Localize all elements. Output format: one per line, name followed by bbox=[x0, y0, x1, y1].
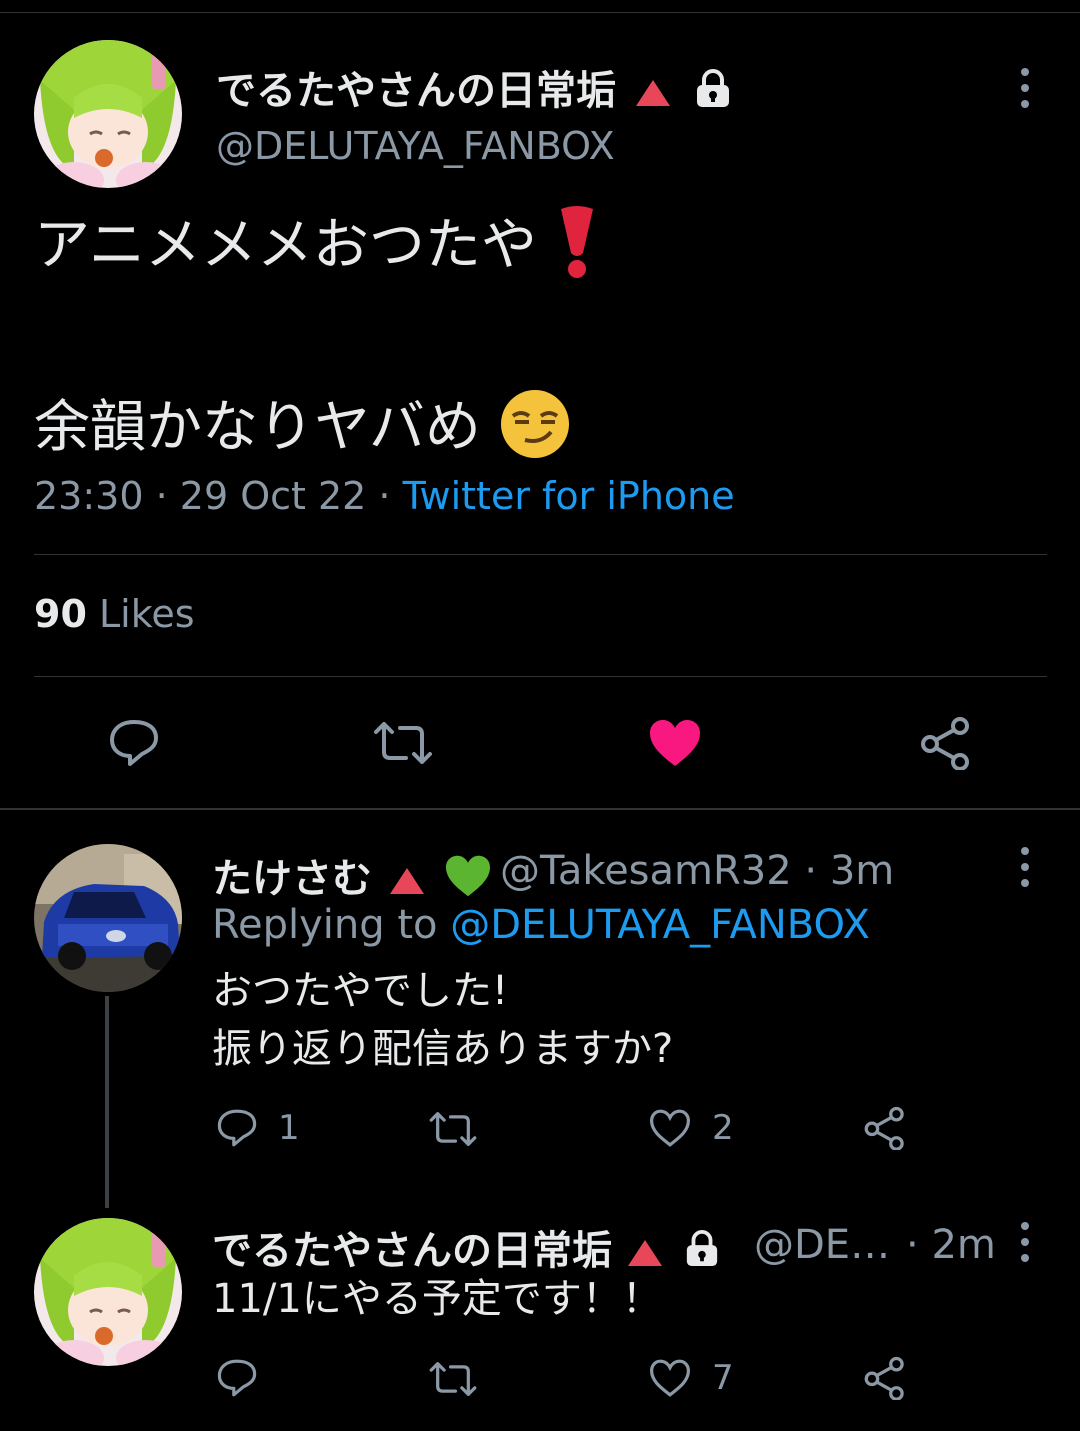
like-icon bbox=[649, 1109, 691, 1147]
tweet-text-line-1: アニメメメおつたや bbox=[34, 200, 599, 293]
avatar[interactable] bbox=[34, 1218, 182, 1366]
retweet-icon bbox=[374, 722, 432, 764]
retweet-icon bbox=[429, 1112, 477, 1146]
top-divider bbox=[0, 12, 1080, 13]
like-button[interactable]: 2 bbox=[648, 1108, 734, 1148]
exclamation-emoji bbox=[555, 205, 599, 293]
source-link[interactable]: Twitter for iPhone bbox=[403, 474, 735, 518]
reply-handle[interactable]: @DE… bbox=[754, 1222, 890, 1268]
reply-time: · 2m bbox=[906, 1222, 996, 1268]
share-button[interactable] bbox=[862, 1106, 908, 1150]
like-icon bbox=[649, 1359, 691, 1397]
display-name[interactable]: でるたやさんの日常垢 bbox=[216, 58, 732, 118]
smirk-emoji bbox=[499, 388, 571, 474]
like-count: 2 bbox=[712, 1108, 734, 1148]
avatar[interactable] bbox=[34, 40, 182, 188]
retweet-button[interactable] bbox=[428, 1360, 478, 1398]
replying-to: Replying to @DELUTAYA_FANBOX bbox=[212, 902, 870, 948]
reply-icon bbox=[217, 1359, 257, 1397]
share-button[interactable] bbox=[918, 716, 974, 770]
triangle-badge-icon bbox=[389, 868, 424, 894]
like-icon bbox=[650, 720, 700, 766]
share-button[interactable] bbox=[862, 1356, 908, 1400]
more-icon[interactable] bbox=[1019, 68, 1031, 108]
green-heart-icon bbox=[444, 854, 492, 908]
triangle-badge-icon bbox=[627, 1240, 662, 1266]
reply-text-line-1: 11/1にやる予定です！！ bbox=[212, 1276, 662, 1322]
reply-icon bbox=[217, 1109, 257, 1147]
reply-count: 1 bbox=[278, 1108, 300, 1148]
reply-button[interactable] bbox=[108, 718, 160, 768]
retweet-button[interactable] bbox=[428, 1110, 478, 1148]
share-icon bbox=[864, 1106, 904, 1150]
divider bbox=[34, 554, 1047, 555]
reply-icon bbox=[110, 720, 158, 766]
lock-icon bbox=[684, 1229, 720, 1277]
reply-text-line-2: 振り返り配信ありますか? bbox=[212, 1026, 674, 1072]
tweet-text-line-2: 余韻かなりヤバめ bbox=[34, 382, 571, 474]
avatar[interactable] bbox=[34, 844, 182, 992]
reply-handle-time[interactable]: @TakesamR32 · 3m bbox=[500, 848, 894, 894]
retweet-icon bbox=[429, 1362, 477, 1396]
share-icon bbox=[921, 717, 969, 770]
retweet-button[interactable] bbox=[372, 720, 434, 766]
share-icon bbox=[864, 1356, 904, 1400]
section-divider bbox=[0, 808, 1080, 810]
mention-link[interactable]: @DELUTAYA_FANBOX bbox=[450, 902, 870, 948]
handle[interactable]: @DELUTAYA_FANBOX bbox=[216, 124, 615, 168]
reply-button[interactable] bbox=[216, 1358, 258, 1398]
divider bbox=[34, 676, 1047, 677]
lock-icon bbox=[694, 68, 732, 118]
reply-button[interactable]: 1 bbox=[216, 1108, 300, 1148]
more-icon[interactable] bbox=[1019, 1222, 1031, 1262]
triangle-badge-icon bbox=[635, 80, 670, 106]
reply-display-name[interactable]: たけさむ bbox=[212, 846, 492, 908]
reply-text-line-1: おつたやでした! bbox=[212, 968, 509, 1014]
tweet-meta: 23:30 · 29 Oct 22 · Twitter for iPhone bbox=[34, 474, 735, 518]
like-count: 7 bbox=[712, 1358, 734, 1398]
reply-display-name[interactable]: でるたやさんの日常垢 bbox=[212, 1218, 720, 1277]
like-button[interactable] bbox=[648, 718, 702, 768]
thread-line bbox=[105, 996, 109, 1208]
likes-stat[interactable]: 90 Likes bbox=[34, 592, 195, 636]
like-button[interactable]: 7 bbox=[648, 1358, 734, 1398]
more-icon[interactable] bbox=[1019, 847, 1031, 887]
